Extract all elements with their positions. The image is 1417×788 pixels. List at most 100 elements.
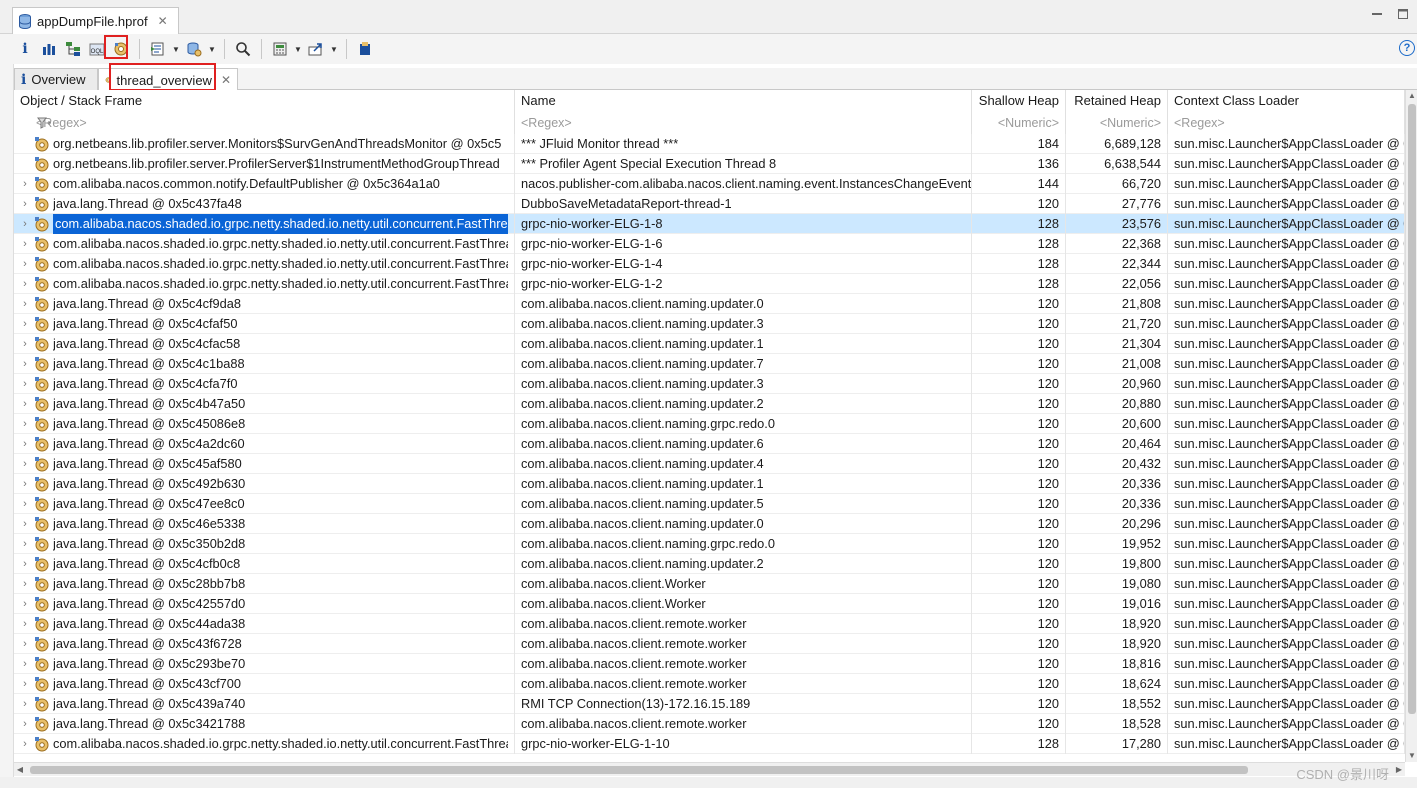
horizontal-scrollbar[interactable]: ◀ ▶ [14,762,1405,776]
histogram-icon[interactable] [38,38,60,60]
table-row[interactable]: › java.lang.Thread @ 0x5c42557d0 com.aliba… [14,594,1417,614]
object-cell[interactable]: org.netbeans.lib.profiler.server.Monitor… [14,134,515,154]
horizontal-scroll-thumb[interactable] [30,766,1248,774]
chevron-right-icon[interactable]: › [18,294,32,314]
table-row[interactable]: › java.lang.Thread @ 0x5c45086e8 com.aliba… [14,414,1417,434]
chevron-right-icon[interactable]: › [18,514,32,534]
object-cell[interactable]: › com.alibaba.nacos.shaded.io.grpc.netty.… [14,734,515,754]
scroll-down-icon[interactable]: ▼ [1406,750,1417,762]
object-cell[interactable]: › java.lang.Thread @ 0x5c43cf700 [14,674,515,694]
chevron-right-icon[interactable]: › [18,574,32,594]
table-row[interactable]: › java.lang.Thread @ 0x5c492b630 com.aliba… [14,474,1417,494]
object-cell[interactable]: › java.lang.Thread @ 0x5c350b2d8 [14,534,515,554]
chevron-right-icon[interactable]: › [18,494,32,514]
table-row[interactable]: › java.lang.Thread @ 0x5c4c1ba88 com.aliba… [14,354,1417,374]
chevron-right-icon[interactable]: › [18,594,32,614]
chevron-right-icon[interactable]: › [18,314,32,334]
table-row[interactable]: org.netbeans.lib.profiler.server.Monitor… [14,134,1417,154]
object-cell[interactable]: › java.lang.Thread @ 0x5c439a740 [14,694,515,714]
object-cell[interactable]: › java.lang.Thread @ 0x5c4cfac58 [14,334,515,354]
table-row[interactable]: › java.lang.Thread @ 0x5c350b2d8 com.aliba… [14,534,1417,554]
maximize-icon[interactable] [1397,8,1409,20]
export-icon[interactable] [305,38,327,60]
table-row[interactable]: › java.lang.Thread @ 0x5c3421788 com.aliba… [14,714,1417,734]
object-cell[interactable]: › java.lang.Thread @ 0x5c4cfaf50 [14,314,515,334]
help-icon[interactable]: ? [1399,40,1415,56]
chevron-right-icon[interactable]: › [18,254,32,274]
table-row[interactable]: › java.lang.Thread @ 0x5c44ada38 com.aliba… [14,614,1417,634]
table-row[interactable]: › com.alibaba.nacos.shaded.io.grpc.netty.… [14,214,1417,234]
table-row[interactable]: › java.lang.Thread @ 0x5c4b47a50 com.aliba… [14,394,1417,414]
object-cell[interactable]: › com.alibaba.nacos.shaded.io.grpc.netty.… [14,274,515,294]
table-row[interactable]: › java.lang.Thread @ 0x5c45af580 com.aliba… [14,454,1417,474]
scroll-right-icon[interactable]: ▶ [1393,763,1405,777]
object-cell[interactable]: › java.lang.Thread @ 0x5c45af580 [14,454,515,474]
chevron-right-icon[interactable]: › [18,334,32,354]
chevron-right-icon[interactable]: › [18,374,32,394]
chevron-right-icon[interactable]: › [18,394,32,414]
filter-retained-heap[interactable]: <Numeric> [1066,112,1168,134]
close-icon[interactable]: ✕ [221,73,231,87]
filter-shallow-heap[interactable]: <Numeric> [972,112,1066,134]
chevron-down-icon[interactable]: ▼ [293,38,303,60]
chevron-right-icon[interactable]: › [18,534,32,554]
object-cell[interactable]: › java.lang.Thread @ 0x5c4cfa7f0 [14,374,515,394]
object-cell[interactable]: › java.lang.Thread @ 0x5c43f6728 [14,634,515,654]
object-cell[interactable]: › java.lang.Thread @ 0x5c44ada38 [14,614,515,634]
chevron-down-icon[interactable]: ▼ [329,38,339,60]
filter-context-class-loader[interactable]: <Regex> [1168,112,1405,134]
object-cell[interactable]: › java.lang.Thread @ 0x5c437fa48 [14,194,515,214]
chevron-right-icon[interactable]: › [18,634,32,654]
column-header-name[interactable]: Name [515,90,972,112]
scroll-up-icon[interactable]: ▲ [1406,90,1417,102]
table-row[interactable]: › java.lang.Thread @ 0x5c47ee8c0 com.aliba… [14,494,1417,514]
object-cell[interactable]: › java.lang.Thread @ 0x5c4b47a50 [14,394,515,414]
column-header-context-class-loader[interactable]: Context Class Loader [1168,90,1405,112]
chevron-right-icon[interactable]: › [18,214,32,234]
table-row[interactable]: › java.lang.Thread @ 0x5c4cfaf50 com.aliba… [14,314,1417,334]
object-cell[interactable]: › java.lang.Thread @ 0x5c28bb7b8 [14,574,515,594]
column-header-shallow-heap[interactable]: Shallow Heap [972,90,1066,112]
table-row[interactable]: › com.alibaba.nacos.shaded.io.grpc.netty.… [14,234,1417,254]
chevron-right-icon[interactable]: › [18,434,32,454]
table-row[interactable]: › java.lang.Thread @ 0x5c4cfb0c8 com.aliba… [14,554,1417,574]
calculator-icon[interactable] [269,38,291,60]
chevron-right-icon[interactable]: › [18,714,32,734]
table-row[interactable]: › com.alibaba.nacos.shaded.io.grpc.netty.… [14,274,1417,294]
object-cell[interactable]: › java.lang.Thread @ 0x5c46e5338 [14,514,515,534]
table-row[interactable]: › java.lang.Thread @ 0x5c43f6728 com.aliba… [14,634,1417,654]
tab-overview[interactable]: i Overview [14,68,98,90]
table-row[interactable]: › java.lang.Thread @ 0x5c28bb7b8 com.aliba… [14,574,1417,594]
table-row[interactable]: › java.lang.Thread @ 0x5c4a2dc60 com.aliba… [14,434,1417,454]
vertical-scrollbar[interactable]: ▲ ▼ [1405,90,1417,762]
table-row[interactable]: org.netbeans.lib.profiler.server.Profile… [14,154,1417,174]
table-row[interactable]: › java.lang.Thread @ 0x5c439a740 RMI TCP C… [14,694,1417,714]
chevron-right-icon[interactable]: › [18,174,32,194]
table-row[interactable]: › java.lang.Thread @ 0x5c4cfac58 com.aliba… [14,334,1417,354]
table-row[interactable]: › java.lang.Thread @ 0x5c46e5338 com.aliba… [14,514,1417,534]
run-report-icon[interactable] [147,38,169,60]
table-row[interactable]: › java.lang.Thread @ 0x5c4cfa7f0 com.aliba… [14,374,1417,394]
table-row[interactable]: › java.lang.Thread @ 0x5c43cf700 com.aliba… [14,674,1417,694]
chevron-right-icon[interactable]: › [18,474,32,494]
chevron-right-icon[interactable]: › [18,694,32,714]
chevron-right-icon[interactable]: › [18,614,32,634]
object-cell[interactable]: › java.lang.Thread @ 0x5c4cf9da8 [14,294,515,314]
filter-name[interactable]: <Regex> [515,112,972,134]
object-cell[interactable]: › java.lang.Thread @ 0x5c4cfb0c8 [14,554,515,574]
table-row[interactable]: › com.alibaba.nacos.shaded.io.grpc.netty.… [14,254,1417,274]
chevron-down-icon[interactable]: ▼ [207,38,217,60]
object-cell[interactable]: › com.alibaba.nacos.common.notify.Default… [14,174,515,194]
vertical-scroll-thumb[interactable] [1408,104,1416,714]
object-cell[interactable]: › java.lang.Thread @ 0x5c4a2dc60 [14,434,515,454]
object-cell[interactable]: › java.lang.Thread @ 0x5c3421788 [14,714,515,734]
filter-object[interactable]: <Regex> [14,112,515,134]
chevron-right-icon[interactable]: › [18,354,32,374]
editor-tab-hprof[interactable]: appDumpFile.hprof ✕ [12,7,179,34]
object-cell[interactable]: › com.alibaba.nacos.shaded.io.grpc.netty.… [14,254,515,274]
dominator-tree-icon[interactable] [62,38,84,60]
search-icon[interactable] [232,38,254,60]
chevron-right-icon[interactable]: › [18,554,32,574]
chevron-right-icon[interactable]: › [18,454,32,474]
query-browser-icon[interactable] [183,38,205,60]
